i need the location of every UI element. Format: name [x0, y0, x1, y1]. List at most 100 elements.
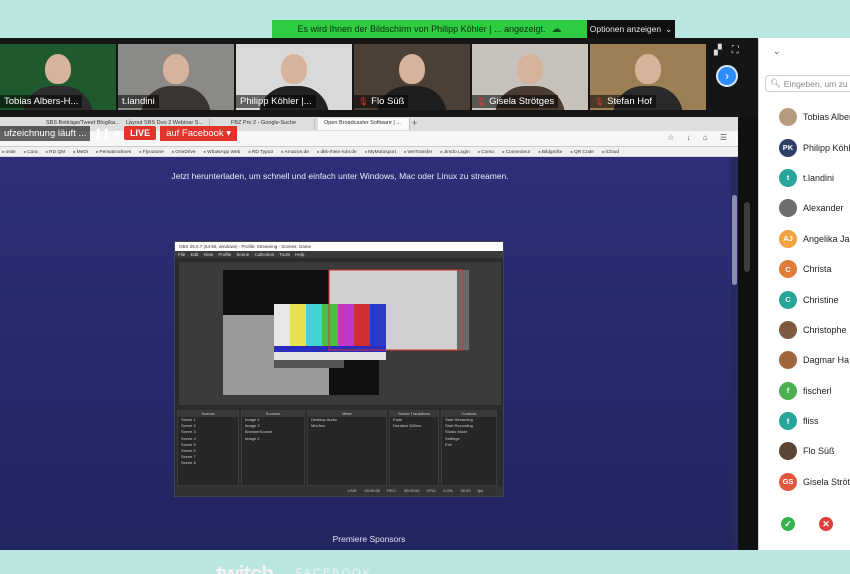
participant-name: Angelika Ja	[803, 233, 850, 244]
thumbnail-name: Stefan Hof	[607, 96, 653, 107]
bookmark-item[interactable]: dkk-rhein-ruhr.de	[317, 149, 356, 155]
bookmark-item[interactable]: Flyoutone	[139, 149, 164, 155]
page-scrollbar[interactable]	[731, 157, 738, 550]
bookmark-item[interactable]: Amazon.de	[281, 149, 309, 155]
decline-icon[interactable]: ✕	[819, 517, 833, 531]
participant-name: Christa	[803, 264, 832, 275]
bookmark-item[interactable]: OneDrive	[172, 149, 195, 155]
thumbnail-name: Gisela Strötges	[489, 96, 555, 107]
top-band	[0, 0, 850, 20]
bookmark-item[interactable]: Corso	[478, 149, 494, 155]
participant-row[interactable]: PK Philipp Köhler	[779, 132, 850, 162]
participant-search-placeholder: Eingeben, um zu suchen	[783, 78, 850, 89]
next-page-button[interactable]: ›	[716, 65, 738, 87]
obs-panel-item[interactable]: Mic/Aux	[308, 423, 386, 429]
video-thumbnail[interactable]: Philipp Köhler |...	[236, 44, 352, 110]
participant-name-tag: 🎙︎ Flo Süß	[354, 95, 409, 108]
video-thumbnail-strip: Tobias Albers-H... t.landini Philipp Köhle…	[0, 44, 706, 110]
view-options-label: Optionen anzeigen	[589, 24, 662, 34]
browser-tab[interactable]: FBZ Pro 2 - Google-Suche	[225, 118, 315, 130]
obs-panel-transitions: Scene Transitions Fade Duration 300ms	[389, 410, 439, 486]
bookmark-item[interactable]: RD Typo3	[248, 149, 273, 155]
participant-row[interactable]: Dagmar Ha	[779, 345, 850, 375]
fullscreen-icon[interactable]: ⛶	[732, 45, 739, 56]
bookmark-item[interactable]: Connecteur	[502, 149, 531, 155]
participant-name: Christine	[803, 294, 839, 305]
participant-name: t.landini	[803, 172, 835, 183]
obs-panel-item[interactable]: Image 2	[242, 436, 304, 442]
bookmark-item[interactable]: MeDi	[73, 149, 88, 155]
chevron-down-icon: ⌄	[665, 23, 673, 34]
bookmark-item[interactable]: Jimdo Login	[440, 149, 470, 155]
participant-name: fischerl	[803, 385, 832, 396]
participant-name: Flo Süß	[803, 446, 835, 457]
avatar: C	[779, 260, 797, 279]
participant-row[interactable]: AJ Angelika Ja	[779, 224, 850, 254]
obs-screenshot: OBS 25.0.7 (64-bit, windows) - Profile: …	[174, 241, 504, 497]
avatar: f	[779, 412, 797, 431]
obs-panel-controls: Controls Start Streaming Start Recording St…	[441, 410, 497, 486]
obs-status-bar: LIVE: 00:00:00 REC: 00:00:00 CPU: 0.4%, …	[175, 486, 503, 496]
new-tab-icon[interactable]: +	[412, 118, 417, 128]
browser-toolbar-icons[interactable]: ☆ ↓ ⌂ ☰	[667, 133, 732, 142]
bookmark-item[interactable]: osite	[2, 149, 16, 155]
participant-row[interactable]: Christophe	[779, 315, 850, 345]
avatar: GS	[779, 472, 797, 491]
stop-recording-icon[interactable]: ■	[114, 128, 120, 139]
collapse-chevron-icon[interactable]: ⌄	[773, 46, 781, 57]
participant-row[interactable]: Alexander	[779, 193, 850, 223]
participant-row[interactable]: f fliss	[779, 406, 850, 436]
video-thumbnail[interactable]: Tobias Albers-H...	[0, 44, 116, 110]
video-thumbnail[interactable]: 🎙︎ Gisela Strötges	[472, 44, 588, 110]
participant-name-tag: Tobias Albers-H...	[0, 95, 83, 108]
accept-icon[interactable]: ✓	[781, 517, 795, 531]
participant-name-tag: t.landini	[118, 95, 159, 108]
participant-row[interactable]: f fischerl	[779, 376, 850, 406]
participant-row[interactable]: t t.landini	[779, 163, 850, 193]
thumbnail-name: Flo Süß	[371, 96, 405, 107]
bookmark-item[interactable]: QR Code	[570, 149, 594, 155]
video-thumbnail[interactable]: 🎙︎ Flo Süß	[354, 44, 470, 110]
person-head	[45, 54, 71, 84]
live-badge[interactable]: LIVE	[124, 126, 157, 140]
obs-panel-item[interactable]: Scene 8	[178, 460, 238, 466]
person-head	[163, 54, 189, 84]
obs-panel-mixer: Mixer Desktop Audio Mic/Aux	[307, 410, 387, 486]
obs-web-page: Jetzt herunterladen, um schnell und einf…	[0, 157, 738, 574]
twitch-logo: twitch	[216, 562, 274, 574]
participant-row[interactable]: C Christine	[779, 284, 850, 314]
participant-row[interactable]: Tobias Albers-H	[779, 102, 850, 132]
participant-name: Dagmar Ha	[803, 355, 850, 366]
participant-row[interactable]: GS Gisela Ströt	[779, 467, 850, 497]
search-icon: 🔍︎	[770, 78, 781, 88]
sponsors-heading: Premiere Sponsors	[332, 534, 406, 544]
page-scrollbar-thumb[interactable]	[732, 195, 737, 285]
meeting-scrollbar[interactable]	[744, 202, 750, 272]
bookmark-item[interactable]: Pensatrocknes	[96, 149, 131, 155]
bookmark-item[interactable]: WeTransfer	[404, 149, 433, 155]
bookmark-item[interactable]: iCloud	[602, 149, 620, 155]
gallery-view-icon[interactable]: ▞	[714, 45, 722, 56]
participant-search-input[interactable]: 🔍︎ Eingeben, um zu suchen	[765, 75, 850, 92]
obs-panel-item[interactable]: Duration 300ms	[390, 423, 438, 429]
avatar: t	[779, 168, 797, 187]
bookmark-item[interactable]: MyMotosport	[365, 149, 396, 155]
video-thumbnail[interactable]: 🎙︎ Stefan Hof	[590, 44, 706, 110]
muted-mic-icon: 🎙︎	[358, 97, 369, 106]
pause-recording-icon[interactable]: ❚❚	[94, 128, 110, 139]
bookmark-item[interactable]: Cora	[24, 149, 37, 155]
view-options-button[interactable]: Optionen anzeigen ⌄	[587, 20, 675, 38]
bookmark-item[interactable]: WhatsApp Web	[204, 149, 240, 155]
bookmarks-bar: osite Cora RD QM MeDi Pensatrocknes Flyoutone…	[0, 147, 738, 157]
participant-name: Tobias Albers-H	[803, 112, 850, 123]
obs-panel-item[interactable]: Exit	[442, 442, 496, 448]
bookmark-item[interactable]: RD QM	[46, 149, 65, 155]
live-target-dropdown[interactable]: auf Facebook ▾	[160, 125, 238, 141]
avatar	[779, 442, 797, 461]
bookmark-item[interactable]: Bildgröße	[538, 149, 563, 155]
participant-row[interactable]: Flo Süß	[779, 436, 850, 466]
browser-tab[interactable]: Open Broadcaster Software | ...	[318, 118, 410, 130]
sponsor-logos: twitch FACEBOOK	[216, 562, 372, 574]
participant-row[interactable]: C Christa	[779, 254, 850, 284]
video-thumbnail[interactable]: t.landini	[118, 44, 234, 110]
